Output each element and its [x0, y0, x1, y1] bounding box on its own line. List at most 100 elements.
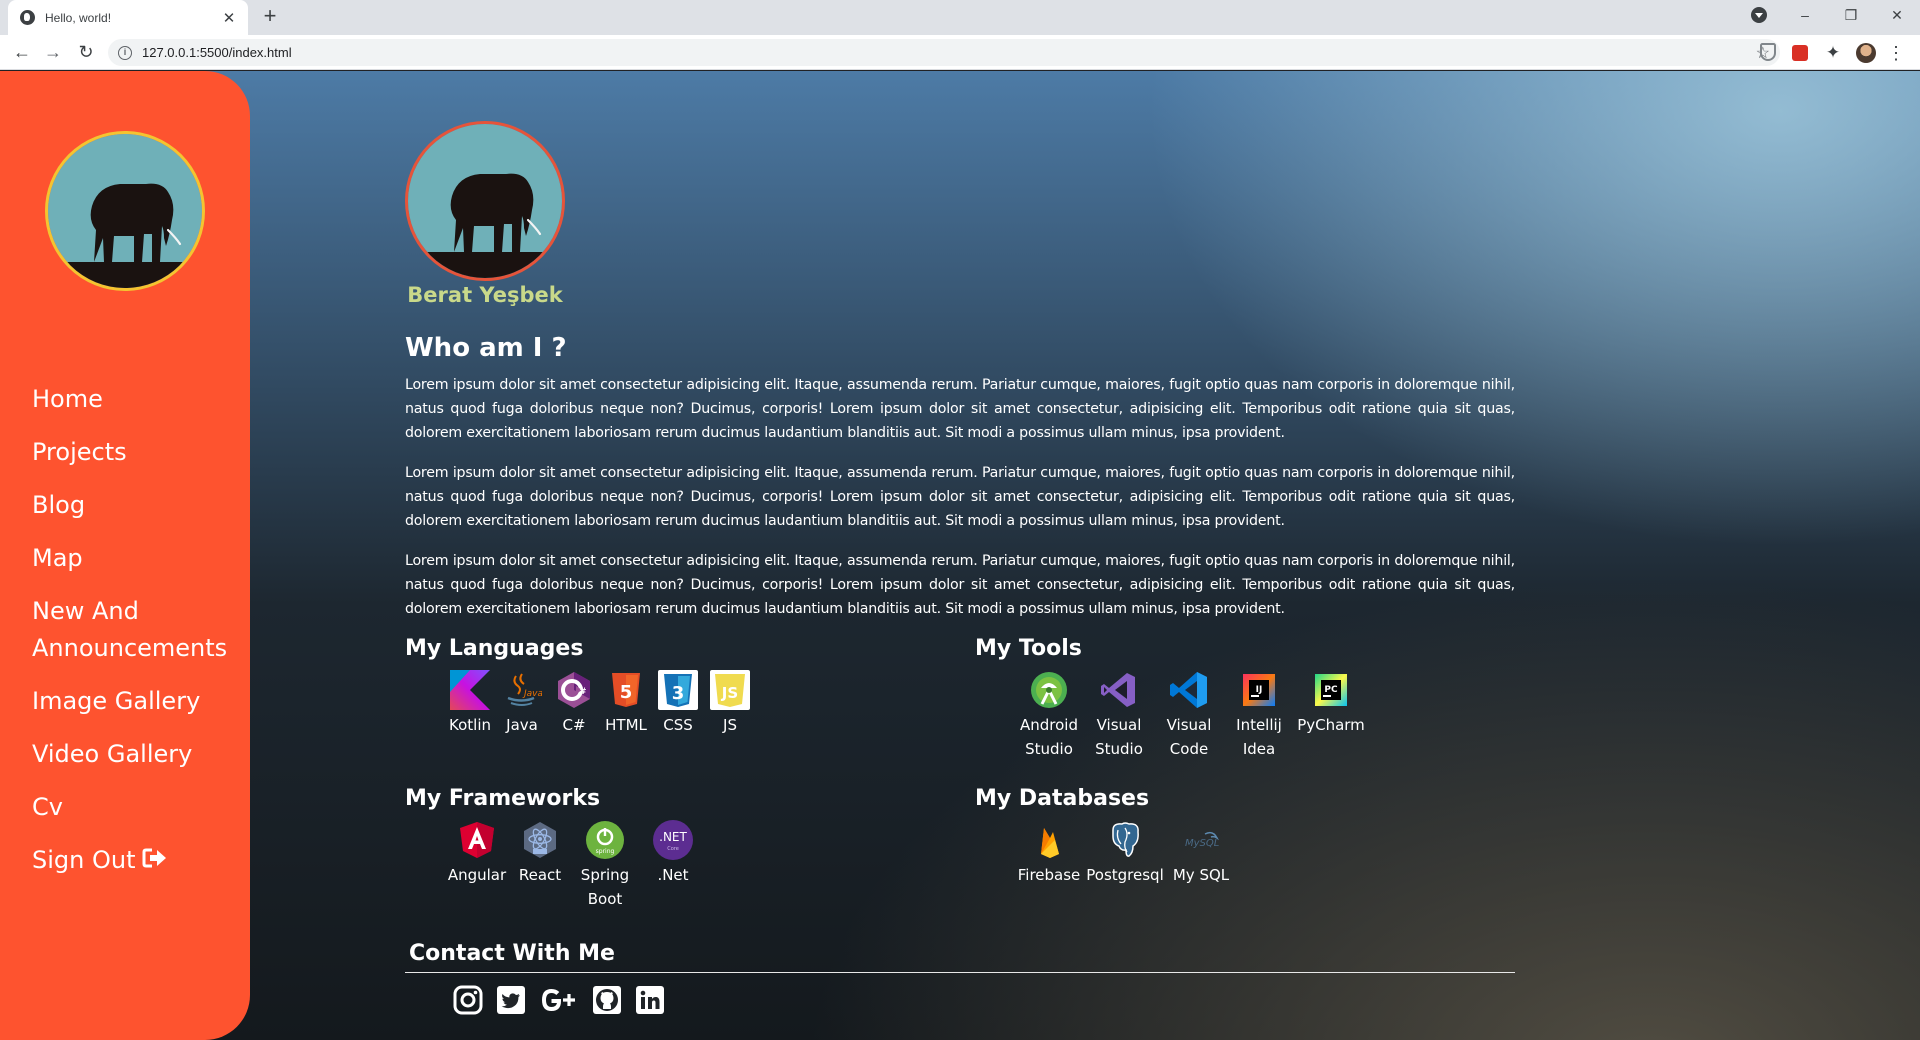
linkedin-icon[interactable]	[635, 985, 665, 1015]
frameworks-section: My Frameworks Angular React spring Sprin…	[405, 786, 965, 911]
minimize-button[interactable]: –	[1782, 0, 1828, 30]
about-heading: Who am I ?	[405, 333, 567, 363]
skill-label: Visual Studio	[1095, 716, 1143, 758]
skill-js: JS JS	[709, 669, 751, 737]
tool-android-studio: Android Studio	[1019, 669, 1079, 761]
skill-label: Postgresql	[1086, 866, 1164, 884]
profile-avatar-icon[interactable]	[1856, 43, 1876, 63]
reload-button[interactable]: ↻	[74, 40, 98, 64]
tools-section: My Tools Android Studio Visual Studio Vi…	[975, 636, 1535, 761]
databases-section: My Databases Firebase Postgresql MySQL M…	[975, 786, 1535, 887]
twitter-icon[interactable]	[496, 985, 526, 1015]
shield-extension-icon[interactable]	[1760, 43, 1776, 61]
close-window-button[interactable]: ✕	[1874, 0, 1920, 30]
contact-section: Contact With Me	[405, 941, 1515, 1015]
skill-label: JS	[723, 716, 737, 734]
tool-vscode: Visual Code	[1159, 669, 1219, 761]
languages-list: Kotlin Java Java # C# 5 HTML 3 CSS JS JS	[405, 669, 965, 737]
skill-label: Visual Code	[1166, 716, 1212, 758]
dotnet-icon: .NET Core	[652, 819, 694, 861]
svg-text:Core: Core	[667, 846, 679, 852]
mysql-icon: MySQL	[1180, 819, 1222, 861]
sidebar-item-image-gallery[interactable]: Image Gallery	[32, 683, 242, 720]
sidebar-item-cv[interactable]: Cv	[32, 789, 242, 826]
new-tab-button[interactable]: +	[258, 5, 282, 29]
kebab-menu-icon[interactable]: ⋮	[1886, 43, 1906, 63]
tab-title: Hello, world!	[45, 10, 112, 25]
database-postgresql: Postgresql	[1086, 819, 1164, 887]
about-paragraph: Lorem ipsum dolor sit amet consectetur a…	[405, 465, 1515, 529]
sidebar-item-news[interactable]: New And Announcements	[32, 593, 242, 667]
database-mysql: MySQL My SQL	[1171, 819, 1231, 887]
sidebar-item-home[interactable]: Home	[32, 381, 242, 418]
sidebar-avatar	[45, 131, 205, 291]
android-studio-icon	[1028, 669, 1070, 711]
tools-list: Android Studio Visual Studio Visual Code…	[975, 669, 1535, 761]
red-extension-icon[interactable]	[1792, 45, 1808, 61]
sidebar-item-label: Image Gallery	[32, 687, 201, 715]
sidebar-item-video-gallery[interactable]: Video Gallery	[32, 736, 242, 773]
sidebar-item-label: Projects	[32, 438, 127, 466]
skill-label: React	[518, 866, 562, 884]
sidebar-item-blog[interactable]: Blog	[32, 487, 242, 524]
skill-csharp: # C#	[553, 669, 595, 737]
html5-icon: 5	[605, 669, 647, 711]
instagram-icon[interactable]	[453, 985, 483, 1015]
languages-heading: My Languages	[405, 636, 584, 661]
firebase-icon	[1028, 819, 1070, 861]
svg-text:JS: JS	[721, 684, 738, 702]
sidebar: Home Projects Blog Map New And Announcem…	[0, 71, 250, 1040]
favicon-icon	[20, 10, 35, 25]
tab-search-button[interactable]	[1736, 0, 1782, 30]
sidebar-item-label: Video Gallery	[32, 740, 193, 768]
java-icon: Java	[501, 669, 543, 711]
sidebar-item-label: Map	[32, 544, 83, 572]
google-plus-icon[interactable]	[539, 985, 579, 1015]
browser-tab[interactable]: Hello, world! ✕	[8, 0, 248, 35]
chevron-down-icon	[1751, 7, 1767, 23]
about-text: Lorem ipsum dolor sit amet consectetur a…	[405, 373, 1515, 637]
vscode-icon	[1168, 669, 1210, 711]
main-content: Berat Yeşbek Who am I ? Lorem ipsum dolo…	[405, 71, 1515, 1040]
react-icon	[519, 819, 561, 861]
javascript-icon: JS	[709, 669, 751, 711]
databases-heading: My Databases	[975, 786, 1150, 811]
social-links	[405, 985, 1515, 1015]
skill-label: C#	[562, 716, 586, 734]
spring-icon: spring	[584, 819, 626, 861]
url-text: 127.0.0.1:5500/index.html	[142, 45, 292, 60]
site-info-icon[interactable]: i	[118, 45, 132, 60]
skill-label: My SQL	[1172, 866, 1230, 884]
sign-out-icon	[142, 843, 168, 880]
extensions-puzzle-icon[interactable]: ✦	[1823, 43, 1843, 63]
framework-angular: Angular	[448, 819, 506, 887]
framework-react: React	[515, 819, 565, 887]
database-firebase: Firebase	[1018, 819, 1080, 887]
svg-text:IJ: IJ	[1256, 685, 1263, 695]
tool-visual-studio: Visual Studio	[1089, 669, 1149, 761]
skill-java: Java Java	[501, 669, 543, 737]
svg-text:.NET: .NET	[659, 830, 687, 844]
skill-label: Intellij Idea	[1236, 716, 1282, 758]
pycharm-icon: PC	[1310, 669, 1352, 711]
github-icon[interactable]	[592, 985, 622, 1015]
svg-text:MySQL: MySQL	[1185, 838, 1219, 849]
sidebar-item-projects[interactable]: Projects	[32, 434, 242, 471]
skill-label: Android Studio	[1020, 716, 1078, 758]
sidebar-item-map[interactable]: Map	[32, 540, 242, 577]
svg-text:spring: spring	[596, 848, 615, 855]
tab-close-icon[interactable]: ✕	[220, 9, 238, 27]
sidebar-item-sign-out[interactable]: Sign Out	[32, 842, 242, 880]
tool-intellij: IJ Intellij Idea	[1229, 669, 1289, 761]
restore-button[interactable]: ❐	[1828, 0, 1874, 30]
forward-button[interactable]: →	[41, 40, 65, 64]
sidebar-item-label: Blog	[32, 491, 86, 519]
css3-icon: 3	[657, 669, 699, 711]
skill-html: 5 HTML	[605, 669, 647, 737]
skill-kotlin: Kotlin	[449, 669, 491, 737]
skill-label: Spring Boot	[580, 866, 630, 908]
skill-label: PyCharm	[1297, 716, 1365, 734]
back-button[interactable]: ←	[10, 40, 34, 64]
address-bar[interactable]: i 127.0.0.1:5500/index.html ☆	[108, 39, 1780, 66]
svg-text:#: #	[579, 687, 587, 697]
